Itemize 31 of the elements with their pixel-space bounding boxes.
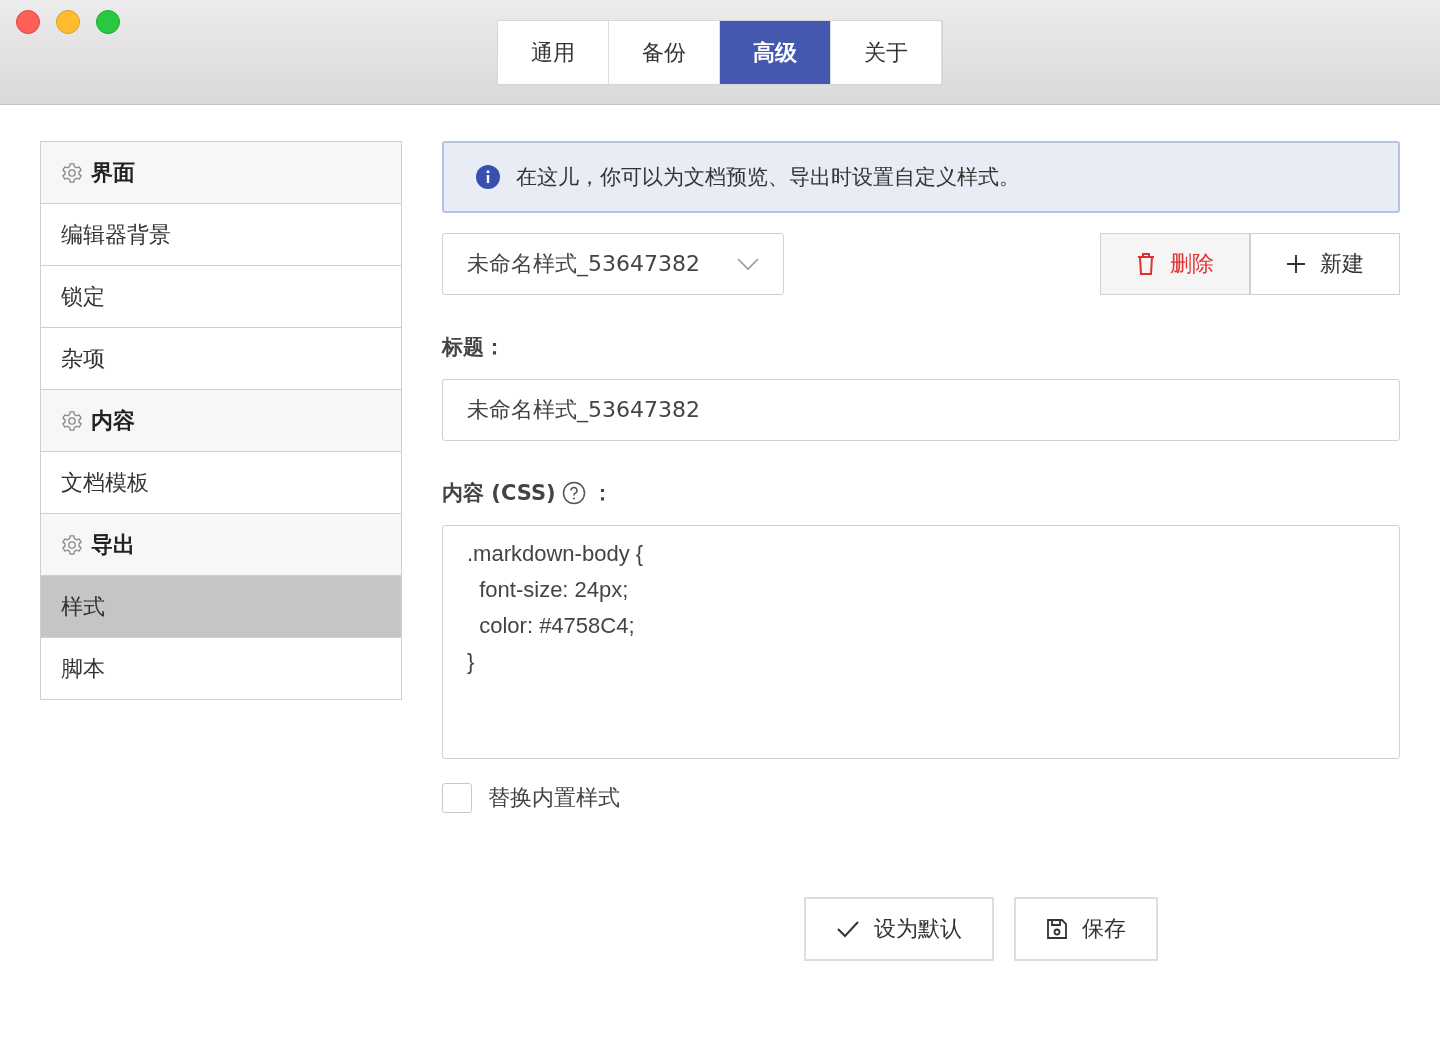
style-dropdown[interactable]: 未命名样式_53647382 bbox=[442, 233, 784, 295]
gear-icon bbox=[61, 161, 83, 184]
title-field[interactable]: 未命名样式_53647382 bbox=[442, 379, 1400, 441]
set-default-button[interactable]: 设为默认 bbox=[804, 897, 994, 961]
save-button[interactable]: 保存 bbox=[1014, 897, 1158, 961]
sidebar-section-header[interactable]: 内容 bbox=[41, 390, 401, 452]
close-window-button[interactable] bbox=[16, 10, 40, 34]
checkbox[interactable] bbox=[442, 783, 472, 813]
plus-icon bbox=[1286, 254, 1306, 274]
tab[interactable]: 高级 bbox=[720, 21, 831, 84]
field-label: 标题： bbox=[442, 334, 505, 361]
sidebar-item[interactable]: 样式 bbox=[41, 576, 401, 638]
info-icon bbox=[476, 165, 500, 189]
colon-text: ： bbox=[591, 480, 613, 507]
sidebar-section-header[interactable]: 导出 bbox=[41, 514, 401, 576]
floppy-disk-icon bbox=[1046, 918, 1068, 940]
css-editor[interactable]: .markdown-body { font-size: 24px; color: #4758C4; } bbox=[442, 525, 1400, 759]
field-label: 内容 (CSS) bbox=[442, 480, 556, 507]
sidebar-section-header[interactable]: 界面 bbox=[41, 142, 401, 204]
zoom-window-button[interactable] bbox=[96, 10, 120, 34]
gear-icon bbox=[61, 533, 83, 556]
checkbox-label: 替换内置样式 bbox=[488, 784, 620, 812]
delete-button[interactable]: 删除 bbox=[1100, 233, 1250, 295]
new-button[interactable]: 新建 bbox=[1250, 233, 1400, 295]
checkmark-icon bbox=[836, 919, 860, 939]
help-icon[interactable] bbox=[561, 481, 586, 505]
trash-icon bbox=[1136, 252, 1156, 276]
minimize-window-button[interactable] bbox=[56, 10, 80, 34]
gear-icon bbox=[61, 409, 83, 432]
info-text: 在这儿，你可以为文档预览、导出时设置自定义样式。 bbox=[516, 164, 1020, 191]
chevron-down-icon bbox=[737, 257, 759, 271]
